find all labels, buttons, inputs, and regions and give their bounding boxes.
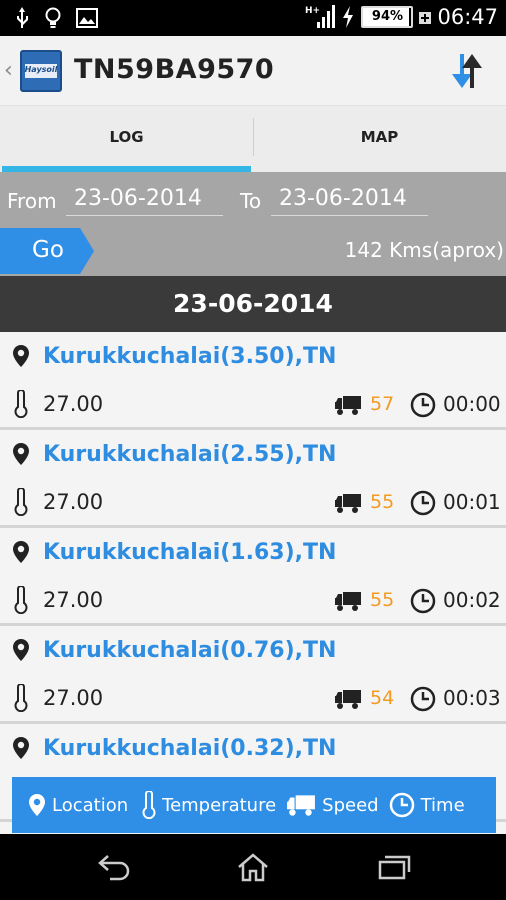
speed-value: 55	[370, 589, 395, 611]
clock-icon	[410, 392, 436, 418]
action-bar: ‹ Haysoil TN59BA9570	[0, 36, 506, 106]
speed-value: 54	[370, 687, 395, 709]
go-button-label[interactable]: Go	[32, 237, 64, 263]
time-value: 00:02	[443, 588, 501, 612]
lightbulb-icon	[45, 7, 61, 28]
plus-icon	[419, 12, 432, 24]
thermometer-icon	[142, 791, 156, 819]
list-item[interactable]: Kurukkuchalai(2.55),TN 27.00 55 00:01	[0, 430, 506, 528]
clock-icon	[410, 490, 436, 516]
legend-time-label: Time	[420, 794, 465, 816]
time-value: 00:00	[443, 392, 501, 416]
legend-location-label: Location	[52, 794, 129, 816]
location-pin-icon	[13, 639, 29, 661]
thermometer-icon	[14, 586, 28, 614]
vehicle-title: TN59BA9570	[74, 54, 275, 85]
temperature-value: 27.00	[43, 490, 104, 514]
tab-log[interactable]: LOG	[0, 106, 253, 172]
charging-bolt-icon	[343, 6, 354, 28]
to-label: To	[240, 189, 262, 213]
clock-time: 06:47	[437, 5, 498, 29]
legend-temperature: Temperature	[142, 791, 276, 819]
location-text[interactable]: Kurukkuchalai(3.50),TN	[43, 344, 336, 369]
list-item[interactable]: Kurukkuchalai(1.63),TN 27.00 55 00:02	[0, 528, 506, 626]
signal-icon: H+	[305, 5, 336, 28]
from-date-field[interactable]: 23-06-2014	[66, 186, 223, 216]
date-filter-panel: From 23-06-2014 To 23-06-2014 142 Kms(ap…	[0, 172, 506, 276]
time-value: 00:01	[443, 490, 501, 514]
location-text[interactable]: Kurukkuchalai(2.55),TN	[43, 442, 336, 467]
to-date-field[interactable]: 23-06-2014	[271, 186, 428, 216]
svg-text:H+: H+	[305, 6, 320, 16]
recent-apps-icon[interactable]	[376, 852, 412, 882]
location-pin-icon	[29, 794, 45, 816]
truck-icon	[335, 592, 361, 611]
clock-icon	[410, 686, 436, 712]
location-pin-icon	[13, 737, 29, 759]
thermometer-icon	[14, 684, 28, 712]
usb-icon	[17, 7, 28, 28]
location-text[interactable]: Kurukkuchalai(0.32),TN	[43, 736, 336, 761]
image-icon	[76, 8, 98, 28]
location-pin-icon	[13, 541, 29, 563]
legend-location: Location	[28, 792, 128, 818]
legend-speed-label: Speed	[322, 794, 379, 816]
list-item[interactable]: Kurukkuchalai(0.76),TN 27.00 54 00:03	[0, 626, 506, 724]
battery-percent: 94%	[371, 9, 404, 24]
location-pin-icon	[13, 345, 29, 367]
home-icon[interactable]	[236, 852, 270, 882]
clock-icon	[389, 792, 414, 818]
status-bar: H+ 94% 06:47	[0, 0, 506, 36]
truck-icon	[335, 396, 361, 415]
legend-time: Time	[389, 792, 465, 818]
distance-text: 142 Kms(aprox)	[344, 238, 504, 262]
truck-icon	[335, 690, 361, 709]
thermometer-icon	[14, 390, 28, 418]
temperature-value: 27.00	[43, 392, 104, 416]
time-value: 00:03	[443, 686, 501, 710]
temperature-value: 27.00	[43, 588, 104, 612]
log-list[interactable]: Kurukkuchalai(3.50),TN 27.00 57 00:00 Ku…	[0, 332, 506, 834]
speed-value: 57	[370, 393, 395, 415]
truck-icon	[287, 795, 316, 816]
list-item[interactable]: Kurukkuchalai(3.50),TN 27.00 57 00:00	[0, 332, 506, 430]
chevron-left-icon[interactable]: ‹	[4, 58, 13, 83]
date-header: 23-06-2014	[0, 276, 506, 332]
legend-temperature-label: Temperature	[162, 794, 277, 816]
system-nav-bar	[0, 834, 506, 900]
from-label: From	[7, 189, 57, 213]
app-logo[interactable]: Haysoil	[20, 50, 62, 92]
legend-bar: Location Temperature Speed Time	[12, 777, 496, 833]
sync-arrows-icon[interactable]	[446, 50, 488, 92]
temperature-value: 27.00	[43, 686, 104, 710]
legend-speed: Speed	[286, 793, 379, 817]
tab-map[interactable]: MAP	[253, 106, 506, 172]
tab-divider	[253, 118, 254, 156]
location-pin-icon	[13, 443, 29, 465]
battery-indicator: 94%	[361, 6, 414, 28]
location-text[interactable]: Kurukkuchalai(1.63),TN	[43, 540, 336, 565]
thermometer-icon	[14, 488, 28, 516]
location-text[interactable]: Kurukkuchalai(0.76),TN	[43, 638, 336, 663]
speed-value: 55	[370, 491, 395, 513]
clock-icon	[410, 588, 436, 614]
back-icon[interactable]	[96, 852, 132, 882]
logo-text: Haysoil	[24, 65, 58, 74]
truck-icon	[335, 494, 361, 513]
